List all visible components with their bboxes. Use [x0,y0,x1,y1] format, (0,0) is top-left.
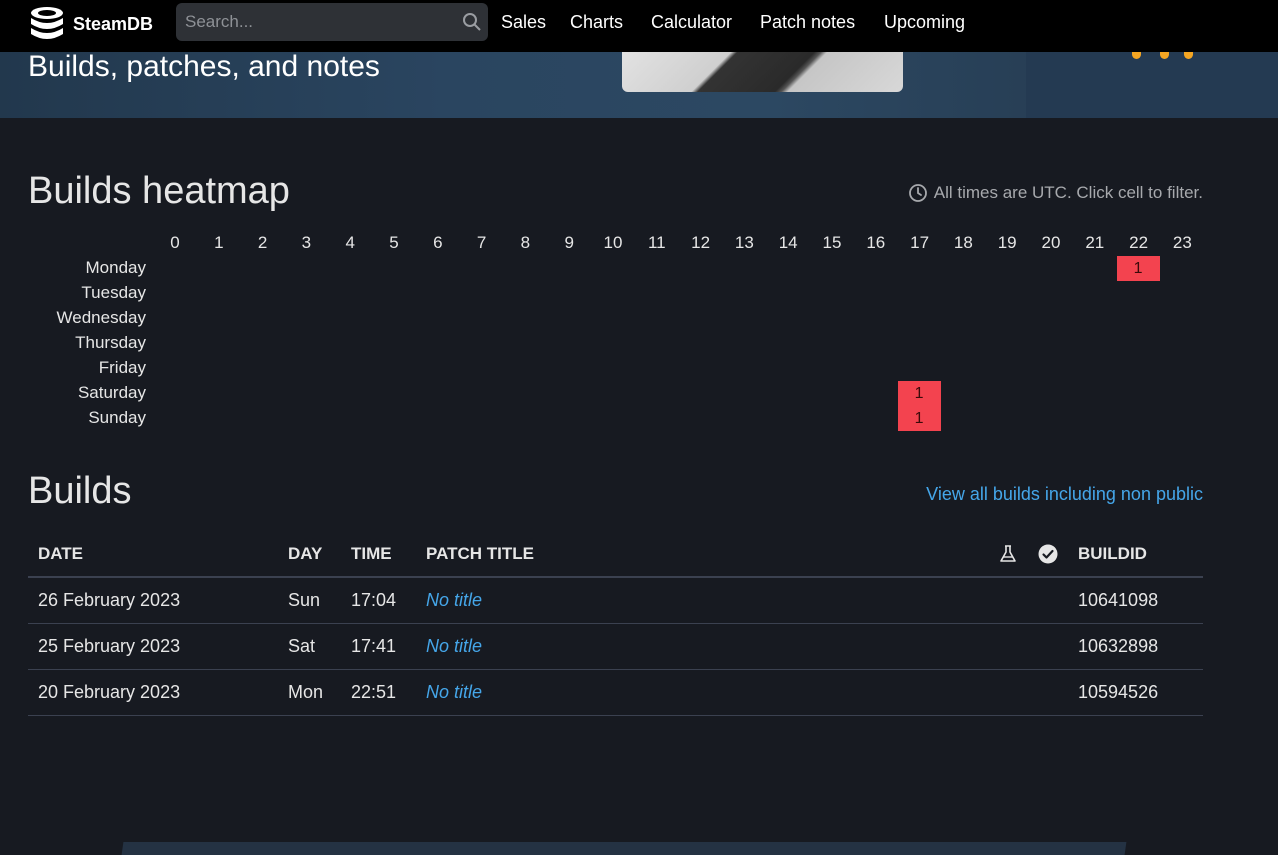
heatmap-hour-label: 19 [997,233,1017,252]
build-date: 26 February 2023 [28,577,278,624]
flask-icon [1000,544,1016,562]
utc-note: All times are UTC. Click cell to filter. [908,183,1203,203]
nav-upcoming[interactable]: Upcoming [884,12,965,33]
heatmap-hour-label: 4 [345,233,355,252]
build-patch-cell: No title [416,623,988,670]
build-beta-cell [988,577,1028,624]
table-row[interactable]: 20 February 2023 Mon 22:51 No title 1059… [28,669,1203,716]
table-header-row: DATE DAY TIME PATCH TITLE BUILDID [28,531,1203,578]
heatmap-hour-label: 16 [866,233,886,252]
utc-note-text: All times are UTC. Click cell to filter. [933,183,1203,202]
build-day: Sun [278,577,341,624]
decorative-dot [1160,52,1169,59]
steamdb-logo[interactable]: SteamDB [28,4,153,44]
heatmap-day-label: Saturday [77,383,146,402]
heatmap-cell[interactable]: 1 [897,406,941,431]
search-icon[interactable] [462,12,482,32]
patch-title-link[interactable]: No title [426,682,482,702]
build-day: Sat [278,623,341,670]
heatmap-day-label: Thursday [75,333,146,352]
build-time: 22:51 [341,669,416,716]
footer-banner [120,842,1127,855]
column-header-time[interactable]: TIME [341,531,416,578]
build-date: 20 February 2023 [28,669,278,716]
column-header-day[interactable]: DAY [278,531,341,578]
patch-title-link[interactable]: No title [426,590,482,610]
heatmap-hour-label: 12 [691,233,711,252]
heatmap-hour-label: 10 [603,233,623,252]
clock-icon [908,184,927,202]
heatmap-hour-label: 3 [301,233,312,252]
heatmap-day-label: Wednesday [56,308,146,327]
heatmap-hour-label: 13 [734,233,754,252]
column-header-date[interactable]: DATE [28,531,278,578]
build-patch-cell: No title [416,669,988,716]
heatmap-hour-label: 14 [778,233,798,252]
heatmap-hour-label: 11 [647,233,666,252]
decorative-dot [1184,52,1193,59]
nav-sales[interactable]: Sales [501,12,546,33]
column-header-verified[interactable] [1028,531,1068,578]
heatmap-day-label: Monday [85,258,146,277]
build-time: 17:04 [341,577,416,624]
heatmap-hour-label: 20 [1041,233,1061,252]
heatmap-hour-label: 22 [1129,233,1149,252]
game-header-image [622,52,903,92]
build-day: Mon [278,669,341,716]
heatmap-day-label: Tuesday [81,283,146,302]
search-input[interactable] [176,3,488,41]
header-backdrop [1026,52,1278,118]
nav-charts[interactable]: Charts [570,12,623,33]
nav-patch-notes[interactable]: Patch notes [760,12,855,33]
view-all-builds-link[interactable]: View all builds including non public [926,484,1203,505]
heatmap-hour-label: 6 [433,233,443,252]
app-header-banner: Builds, patches, and notes [0,52,1278,118]
heatmap-hour-label: 15 [822,233,842,252]
heatmap-hour-label: 8 [520,233,531,252]
column-header-patch-title[interactable]: PATCH TITLE [416,531,988,578]
build-beta-cell [988,669,1028,716]
heatmap-hour-label: 1 [214,233,224,252]
heatmap-hour-label: 7 [476,233,487,252]
heatmap-hour-label: 9 [564,233,574,252]
build-id: 10594526 [1068,669,1203,716]
build-time: 17:41 [341,623,416,670]
build-verified-cell [1028,577,1068,624]
check-circle-icon [1038,544,1058,564]
database-icon [31,7,63,39]
decorative-dot [1132,52,1141,59]
patch-title-link[interactable]: No title [426,636,482,656]
nav-calculator[interactable]: Calculator [651,12,732,33]
heatmap-hour-label: 0 [170,233,180,252]
heatmap-hour-label: 2 [257,233,268,252]
build-id: 10641098 [1068,577,1203,624]
search-box[interactable] [176,3,488,41]
page-subtitle: Builds, patches, and notes [28,52,380,83]
heatmap-cell[interactable]: 1 [1116,256,1160,281]
top-navbar: SteamDB Sales Charts Calculator Patch no… [0,0,1278,52]
brand-name: SteamDB [73,13,154,34]
build-verified-cell [1028,669,1068,716]
column-header-buildid[interactable]: BUILDID [1068,531,1203,578]
heatmap-hour-label: 23 [1172,233,1192,252]
table-row[interactable]: 25 February 2023 Sat 17:41 No title 1063… [28,623,1203,670]
heatmap-day-label: Friday [98,358,146,377]
builds-title: Builds [28,470,132,512]
heatmap-hour-label: 17 [910,233,930,252]
heatmap-title: Builds heatmap [28,170,290,212]
table-row[interactable]: 26 February 2023 Sun 17:04 No title 1064… [28,577,1203,624]
heatmap-hour-label: 5 [389,233,399,252]
build-date: 25 February 2023 [28,623,278,670]
build-beta-cell [988,623,1028,670]
build-id: 10632898 [1068,623,1203,670]
column-header-beta[interactable] [988,531,1028,578]
build-verified-cell [1028,623,1068,670]
heatmap-hour-label: 21 [1085,233,1105,252]
heatmap-cell[interactable]: 1 [897,381,941,406]
build-patch-cell: No title [416,577,988,624]
heatmap-hour-label: 18 [953,233,973,252]
builds-table: DATE DAY TIME PATCH TITLE BUILDID 26 Feb… [28,531,1203,716]
heatmap-day-label: Sunday [88,408,146,427]
